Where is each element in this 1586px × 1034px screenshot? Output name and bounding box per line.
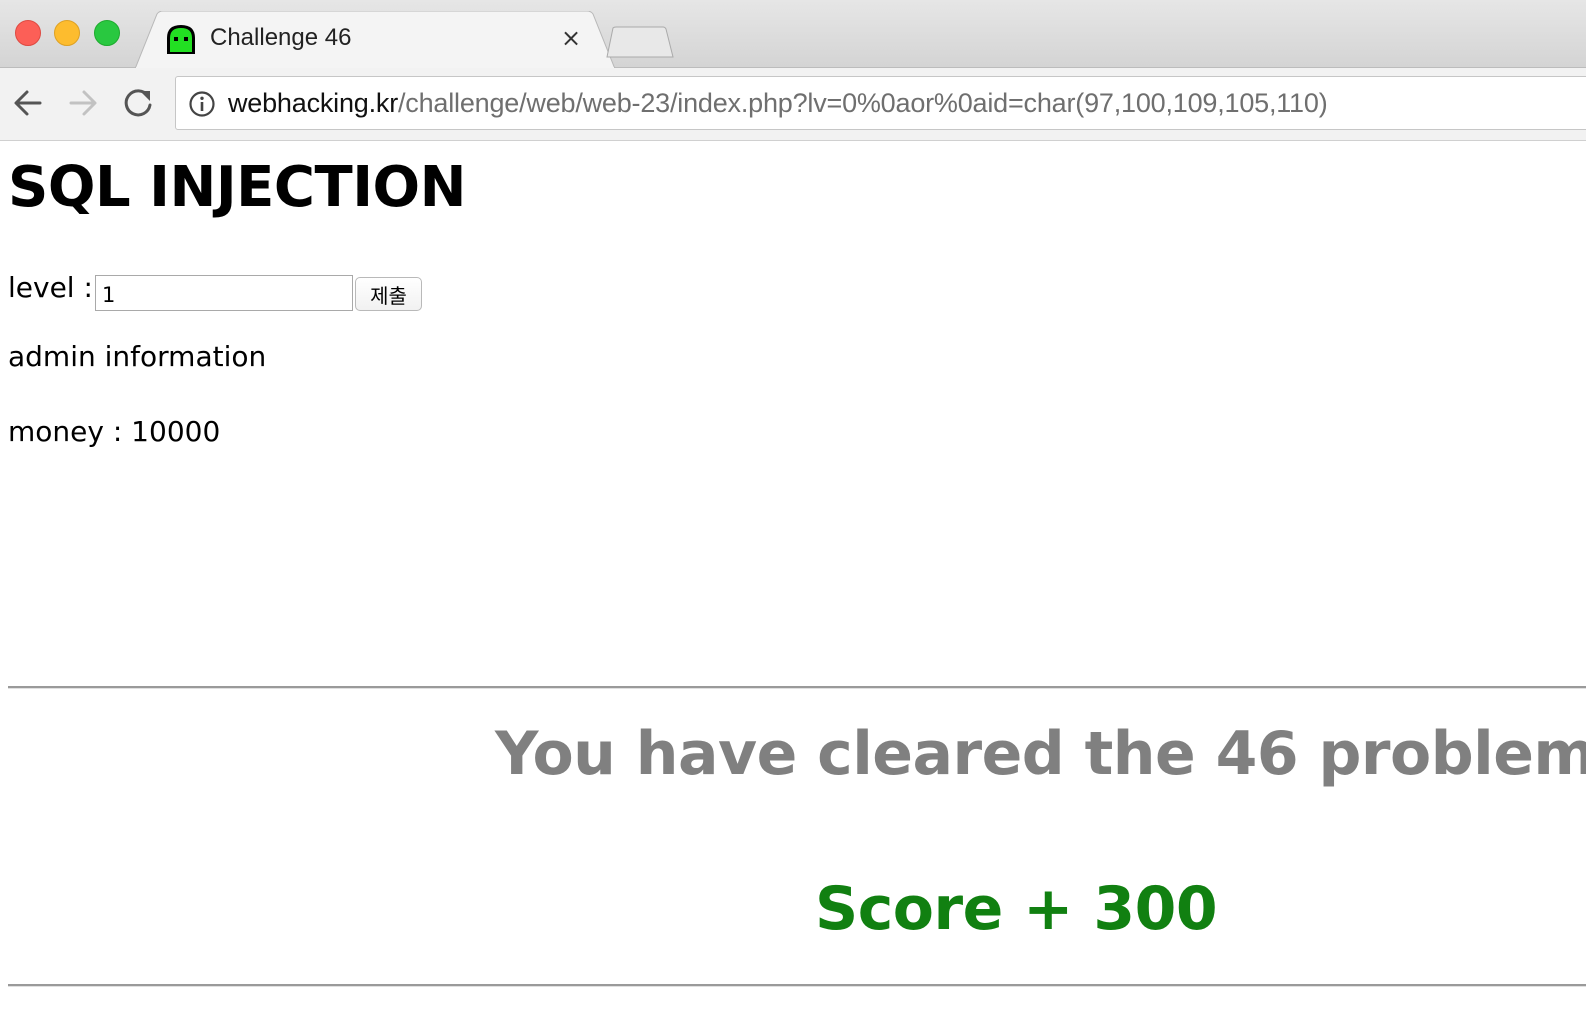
tab-shape xyxy=(135,11,615,69)
submit-button[interactable]: 제출 xyxy=(355,277,422,311)
forward-arrow-icon[interactable] xyxy=(65,85,101,121)
page-title: SQL INJECTION xyxy=(8,155,467,220)
address-bar[interactable]: webhacking.kr/challenge/web/web-23/index… xyxy=(175,76,1586,130)
admin-information-text: admin information xyxy=(8,340,267,373)
new-tab-button[interactable] xyxy=(605,26,675,58)
score-message: Score + 300 xyxy=(815,874,1218,944)
level-input[interactable] xyxy=(95,275,353,311)
url-host: webhacking.kr xyxy=(228,88,398,118)
url-text[interactable]: webhacking.kr/challenge/web/web-23/index… xyxy=(228,88,1328,119)
money-text: money : 10000 xyxy=(8,415,221,448)
info-icon[interactable] xyxy=(188,90,216,118)
divider-top xyxy=(8,686,1586,689)
cleared-message: You have cleared the 46 problems. xyxy=(495,719,1586,789)
back-arrow-icon[interactable] xyxy=(10,85,46,121)
tab-title: Challenge 46 xyxy=(210,24,352,51)
url-path: /challenge/web/web-23/index.php?lv=0%0ao… xyxy=(398,88,1328,118)
browser-tab-strip: Challenge 46 × xyxy=(0,0,1586,69)
window-zoom-button[interactable] xyxy=(94,20,120,46)
page-content: SQL INJECTION level : 제출 admin informati… xyxy=(0,141,1586,1034)
tab-close-button[interactable]: × xyxy=(557,24,585,52)
window-close-button[interactable] xyxy=(15,20,41,46)
browser-toolbar: webhacking.kr/challenge/web/web-23/index… xyxy=(0,68,1586,141)
browser-tab[interactable]: Challenge 46 × xyxy=(135,11,615,69)
level-label: level : xyxy=(8,271,93,304)
reload-icon[interactable] xyxy=(120,85,156,121)
window-minimize-button[interactable] xyxy=(54,20,80,46)
divider-bottom xyxy=(8,984,1586,987)
green-ghost-favicon xyxy=(167,25,195,54)
